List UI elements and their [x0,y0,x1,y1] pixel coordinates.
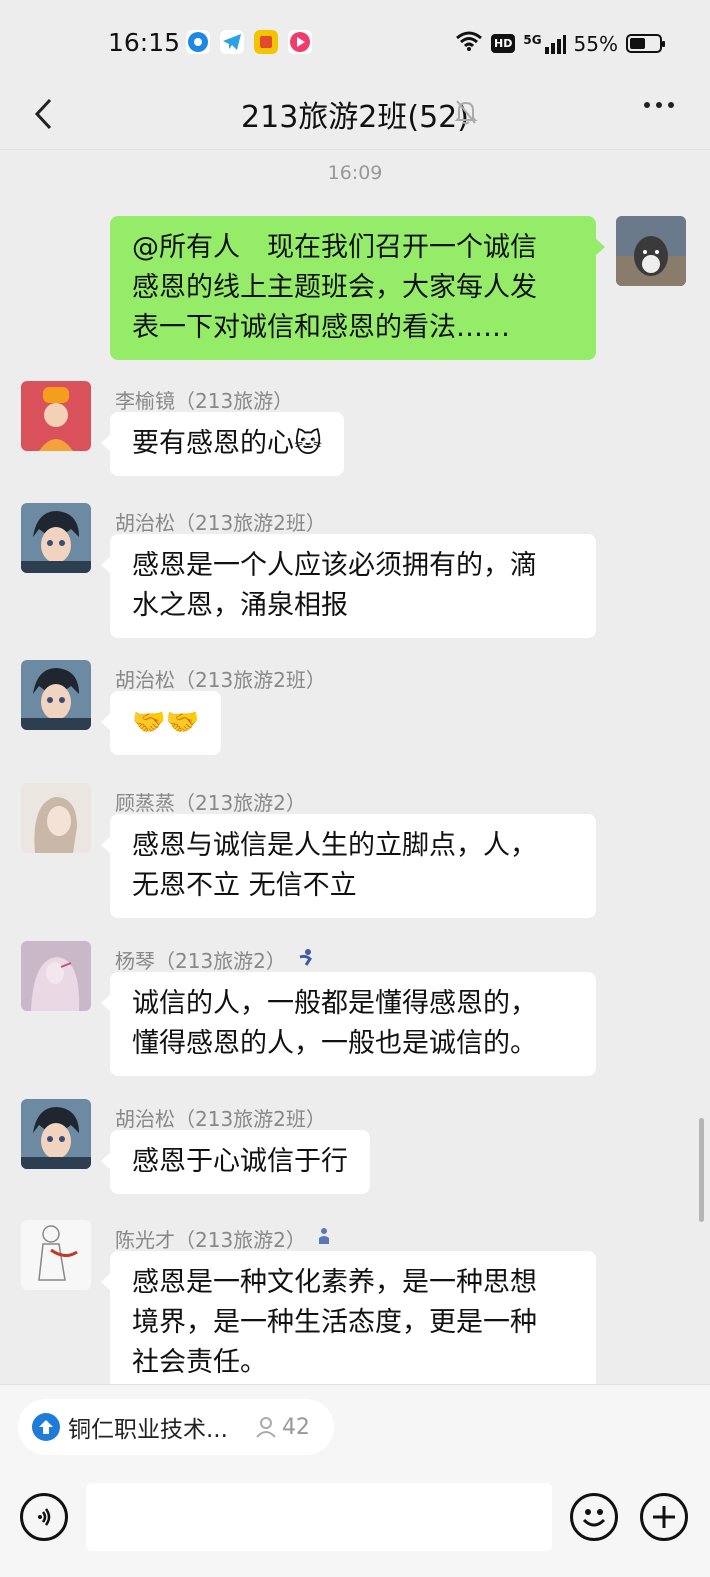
message-line: 感恩的线上主题班会，大家每人发 [132,272,537,303]
input-toolbar [0,1479,710,1559]
sender-label: 杨琴（213旅游2） [115,949,286,973]
message-line: 感恩是一种文化素养，是一种思想 [132,1267,537,1298]
person-icon [256,1417,276,1438]
service-shortcut-card[interactable]: 铜仁职业技术... 42 [18,1399,334,1455]
message-bubble[interactable]: @所有人 现在我们召开一个诚信 感恩的线上主题班会，大家每人发 表一下对诚信和感… [110,216,605,360]
message-line: 感恩是一个人应该必须拥有的，滴 [132,550,537,581]
status-bar: 16:15 HD 5G 55% [0,0,710,88]
message-line: 感恩于心诚信于行 [132,1146,348,1177]
message-line: 感恩与诚信是人生的立脚点，人， [132,830,537,861]
telegram-icon [220,30,244,54]
avatar[interactable] [616,216,686,286]
member-count: 42 [254,1415,310,1440]
chat-header: 213旅游2班(52) [0,80,710,150]
message-line: 境界，是一种生活态度，更是一种 [132,1307,537,1338]
sender-name: 李榆镜（213旅游） [115,385,293,414]
message-bubble[interactable]: 🤝🤝 [100,691,222,755]
sender-name: 顾蒸蒸（213旅游2） [115,787,306,816]
member-badge-icon [316,1226,332,1251]
sender-label: 胡治松（213旅游2班） [115,511,326,535]
message-bubble[interactable]: 感恩是一种文化素养，是一种思想 境界，是一种生活态度，更是一种 社会责任。 [101,1251,596,1388]
sender-label: 胡治松（213旅游2班） [115,668,326,692]
status-app-icons [186,30,312,54]
more-functions-button[interactable] [640,1493,688,1541]
avatar[interactable] [21,503,91,573]
video-app-icon [288,30,312,54]
chat-area[interactable]: 16:09 @所有人 现在我们召开一个诚信 感恩的线上主题班会，大家每人发 表一… [0,152,710,1388]
plus-icon [653,1506,675,1528]
sender-name: 胡治松（213旅游2班） [115,507,326,536]
wifi-icon [455,30,483,57]
sender-name: 陈光才（213旅游2） [115,1224,332,1253]
more-options-button[interactable] [644,102,674,108]
message-timestamp: 16:09 [327,162,383,184]
bottom-panel: 铜仁职业技术... 42 [0,1384,710,1577]
sender-label: 李榆镜（213旅游） [115,389,294,413]
voice-input-button[interactable] [20,1493,68,1541]
status-right: HD 5G 55% [455,30,665,57]
shortcut-label: 铜仁职业技术... [68,1417,228,1443]
emoji-button[interactable] [570,1493,618,1541]
message-line: 水之恩，涌泉相报 [132,590,348,621]
member-count-value: 42 [281,1414,310,1440]
avatar[interactable] [21,1099,91,1169]
dot [644,102,650,108]
chat-title: 213旅游2班(52) [241,100,469,135]
message-line: 要有感恩的心🐱 [132,428,323,459]
sender-name: 杨琴（213旅游2） [115,945,316,974]
message-bubble[interactable]: 感恩是一个人应该必须拥有的，滴 水之恩，涌泉相报 [101,534,596,638]
title-wrap: 213旅游2班(52) [0,92,710,136]
message-line: 🤝🤝 [132,707,200,738]
sender-label: 顾蒸蒸（213旅游2） [115,791,306,815]
hd-badge: HD [491,34,516,53]
chat-scrollbar[interactable] [699,1118,704,1222]
school-logo-icon [32,1413,60,1441]
browser-icon [186,30,210,54]
avatar[interactable] [21,941,91,1011]
sender-name: 胡治松（213旅游2班） [115,1103,326,1132]
message-bubble[interactable]: 感恩于心诚信于行 [101,1130,370,1194]
message-line: 表一下对诚信和感恩的看法…… [132,312,510,343]
message-bubble[interactable]: 感恩与诚信是人生的立脚点，人， 无恩不立 无信不立 [101,814,596,918]
avatar[interactable] [21,660,91,730]
signal-icon: 5G [523,32,566,55]
message-bubble[interactable]: 要有感恩的心🐱 [100,412,345,476]
avatar[interactable] [21,783,91,853]
status-time: 16:15 [108,28,181,57]
message-line: 无恩不立 无信不立 [132,870,357,901]
battery-fill [630,38,646,49]
dot [656,102,662,108]
sender-label: 陈光才（213旅游2） [115,1228,306,1252]
sender-name: 胡治松（213旅游2班） [115,664,326,693]
battery-text: 55% [573,31,618,56]
voice-icon [38,1508,51,1526]
network-type: 5G [523,32,542,47]
puzzle-app-icon [254,30,278,54]
dot [668,102,674,108]
avatar[interactable] [21,1220,91,1290]
message-line: 懂得感恩的人，一般也是诚信的。 [132,1028,537,1059]
avatar[interactable] [21,381,91,451]
message-input[interactable] [86,1483,552,1551]
sender-label: 胡治松（213旅游2班） [115,1107,326,1131]
message-bubble[interactable]: 诚信的人，一般都是懂得感恩的， 懂得感恩的人，一般也是诚信的。 [101,972,596,1076]
smiley-icon [582,1509,606,1527]
message-line: 诚信的人，一般都是懂得感恩的， [132,988,537,1019]
mute-bell-icon [454,98,478,130]
member-badge-icon [296,947,316,972]
message-line: @所有人 现在我们召开一个诚信 [132,232,537,263]
battery-icon [626,34,665,53]
message-line: 社会责任。 [132,1347,267,1378]
